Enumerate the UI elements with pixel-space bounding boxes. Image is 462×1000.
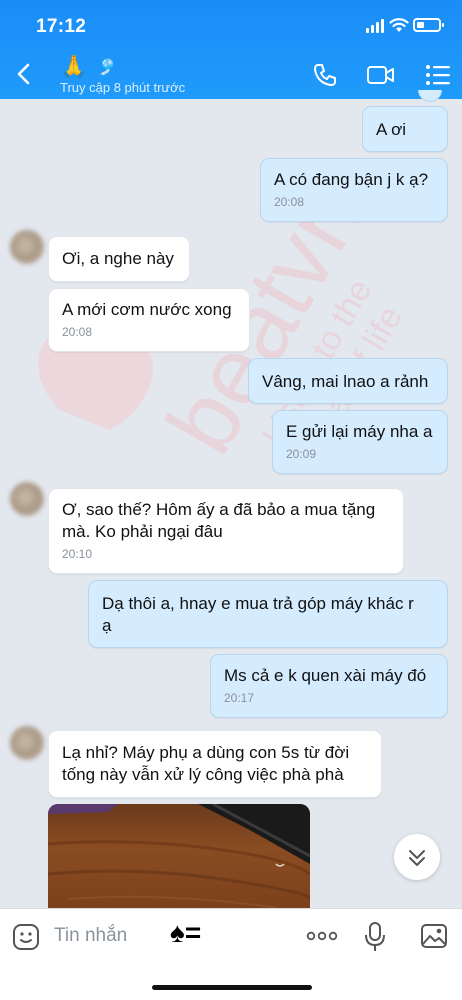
message-time: 20:17 bbox=[224, 691, 255, 705]
message-text-line-1: Lạ nhỉ? Máy phụ a dùng con 5s từ đời bbox=[62, 743, 350, 762]
cellular-signal-icon bbox=[366, 19, 384, 33]
message-bubble-outgoing[interactable]: A ơi bbox=[362, 106, 448, 152]
contact-name-symbol: 🎐 bbox=[97, 59, 118, 76]
home-indicator bbox=[152, 985, 312, 990]
message-text-line-2: ạ bbox=[102, 616, 112, 635]
message-time: 20:08 bbox=[274, 195, 305, 209]
message-text: A ơi bbox=[376, 120, 407, 139]
message-bubble-outgoing[interactable]: Dạ thôi a, hnay e mua trả góp máy khác r… bbox=[88, 580, 448, 648]
message-text-line-2: tống này vẫn xử lý công việc phà phà bbox=[62, 765, 344, 784]
message-bubble-outgoing[interactable]: E gửi lại máy nha a 20:09 bbox=[272, 410, 448, 474]
double-chevron-down-icon bbox=[409, 850, 425, 866]
phone-call-icon[interactable] bbox=[312, 62, 338, 88]
gallery-image-icon[interactable] bbox=[420, 923, 448, 949]
message-text-line-1: Dạ thôi a, hnay e mua trả góp máy khác r bbox=[102, 594, 414, 613]
contact-avatar[interactable] bbox=[10, 230, 44, 264]
contact-avatar[interactable] bbox=[10, 726, 44, 760]
video-call-icon[interactable] bbox=[366, 63, 396, 87]
chat-header: 17:12 🙏 🎐 Truy cập 8 phút trước bbox=[0, 0, 462, 99]
message-text-line-1: Ơ, sao thế? Hôm ấy a đã bảo a mua tặng bbox=[62, 500, 376, 519]
message-text: A có đang bận j k ạ? bbox=[274, 170, 429, 189]
message-bubble-outgoing[interactable]: Ms cả e k quen xài máy đó 20:17 bbox=[210, 654, 448, 718]
battery-icon bbox=[413, 18, 444, 32]
message-text: Ms cả e k quen xài máy đó bbox=[224, 666, 427, 685]
last-seen-status: Truy cập 8 phút trước bbox=[60, 80, 186, 95]
message-bubble-incoming[interactable]: A mới cơm nước xong 20:08 bbox=[48, 288, 250, 352]
message-time: 20:09 bbox=[286, 447, 317, 461]
scroll-to-bottom-button[interactable] bbox=[394, 834, 440, 880]
menu-list-icon[interactable] bbox=[425, 63, 451, 87]
clipped-previous-bubble bbox=[418, 90, 442, 102]
message-bubble-outgoing[interactable]: Vâng, mai lnao a rảnh bbox=[248, 358, 448, 404]
status-time: 17:12 bbox=[36, 16, 87, 37]
message-text: Vâng, mai lnao a rảnh bbox=[262, 372, 429, 391]
contact-name-emoji: 🙏 bbox=[60, 54, 88, 79]
sticker-overlay-label: ♠= bbox=[170, 917, 202, 948]
message-text: Ơi, a nghe này bbox=[62, 249, 174, 268]
wifi-icon bbox=[389, 18, 409, 32]
contact-name[interactable]: 🙏 🎐 bbox=[60, 54, 117, 80]
message-text: E gửi lại máy nha a bbox=[286, 422, 433, 441]
emoji-sticker-icon[interactable] bbox=[12, 923, 40, 951]
image-message[interactable] bbox=[48, 804, 310, 916]
wood-table-photo bbox=[48, 804, 310, 909]
message-bubble-incoming[interactable]: Lạ nhỉ? Máy phụ a dùng con 5s từ đời tốn… bbox=[48, 730, 382, 798]
message-time: 20:10 bbox=[62, 547, 93, 561]
nav-bar: 🙏 🎐 Truy cập 8 phút trước bbox=[0, 50, 462, 99]
message-time: 20:08 bbox=[62, 325, 93, 339]
status-bar: 17:12 bbox=[0, 0, 462, 50]
more-options-icon[interactable] bbox=[306, 929, 338, 943]
back-arrow-icon[interactable] bbox=[14, 62, 34, 86]
message-text-line-2: mà. Ko phải ngại đâu bbox=[62, 522, 223, 541]
message-text: A mới cơm nước xong bbox=[62, 300, 232, 319]
message-bubble-outgoing[interactable]: A có đang bận j k ạ? 20:08 bbox=[260, 158, 448, 222]
message-bubble-incoming[interactable]: Ơ, sao thế? Hôm ấy a đã bảo a mua tặng m… bbox=[48, 488, 404, 574]
message-input[interactable]: Tin nhắn bbox=[54, 925, 127, 947]
contact-avatar[interactable] bbox=[10, 482, 44, 516]
microphone-icon[interactable] bbox=[364, 921, 386, 953]
message-bubble-incoming[interactable]: Ơi, a nghe này bbox=[48, 236, 190, 282]
